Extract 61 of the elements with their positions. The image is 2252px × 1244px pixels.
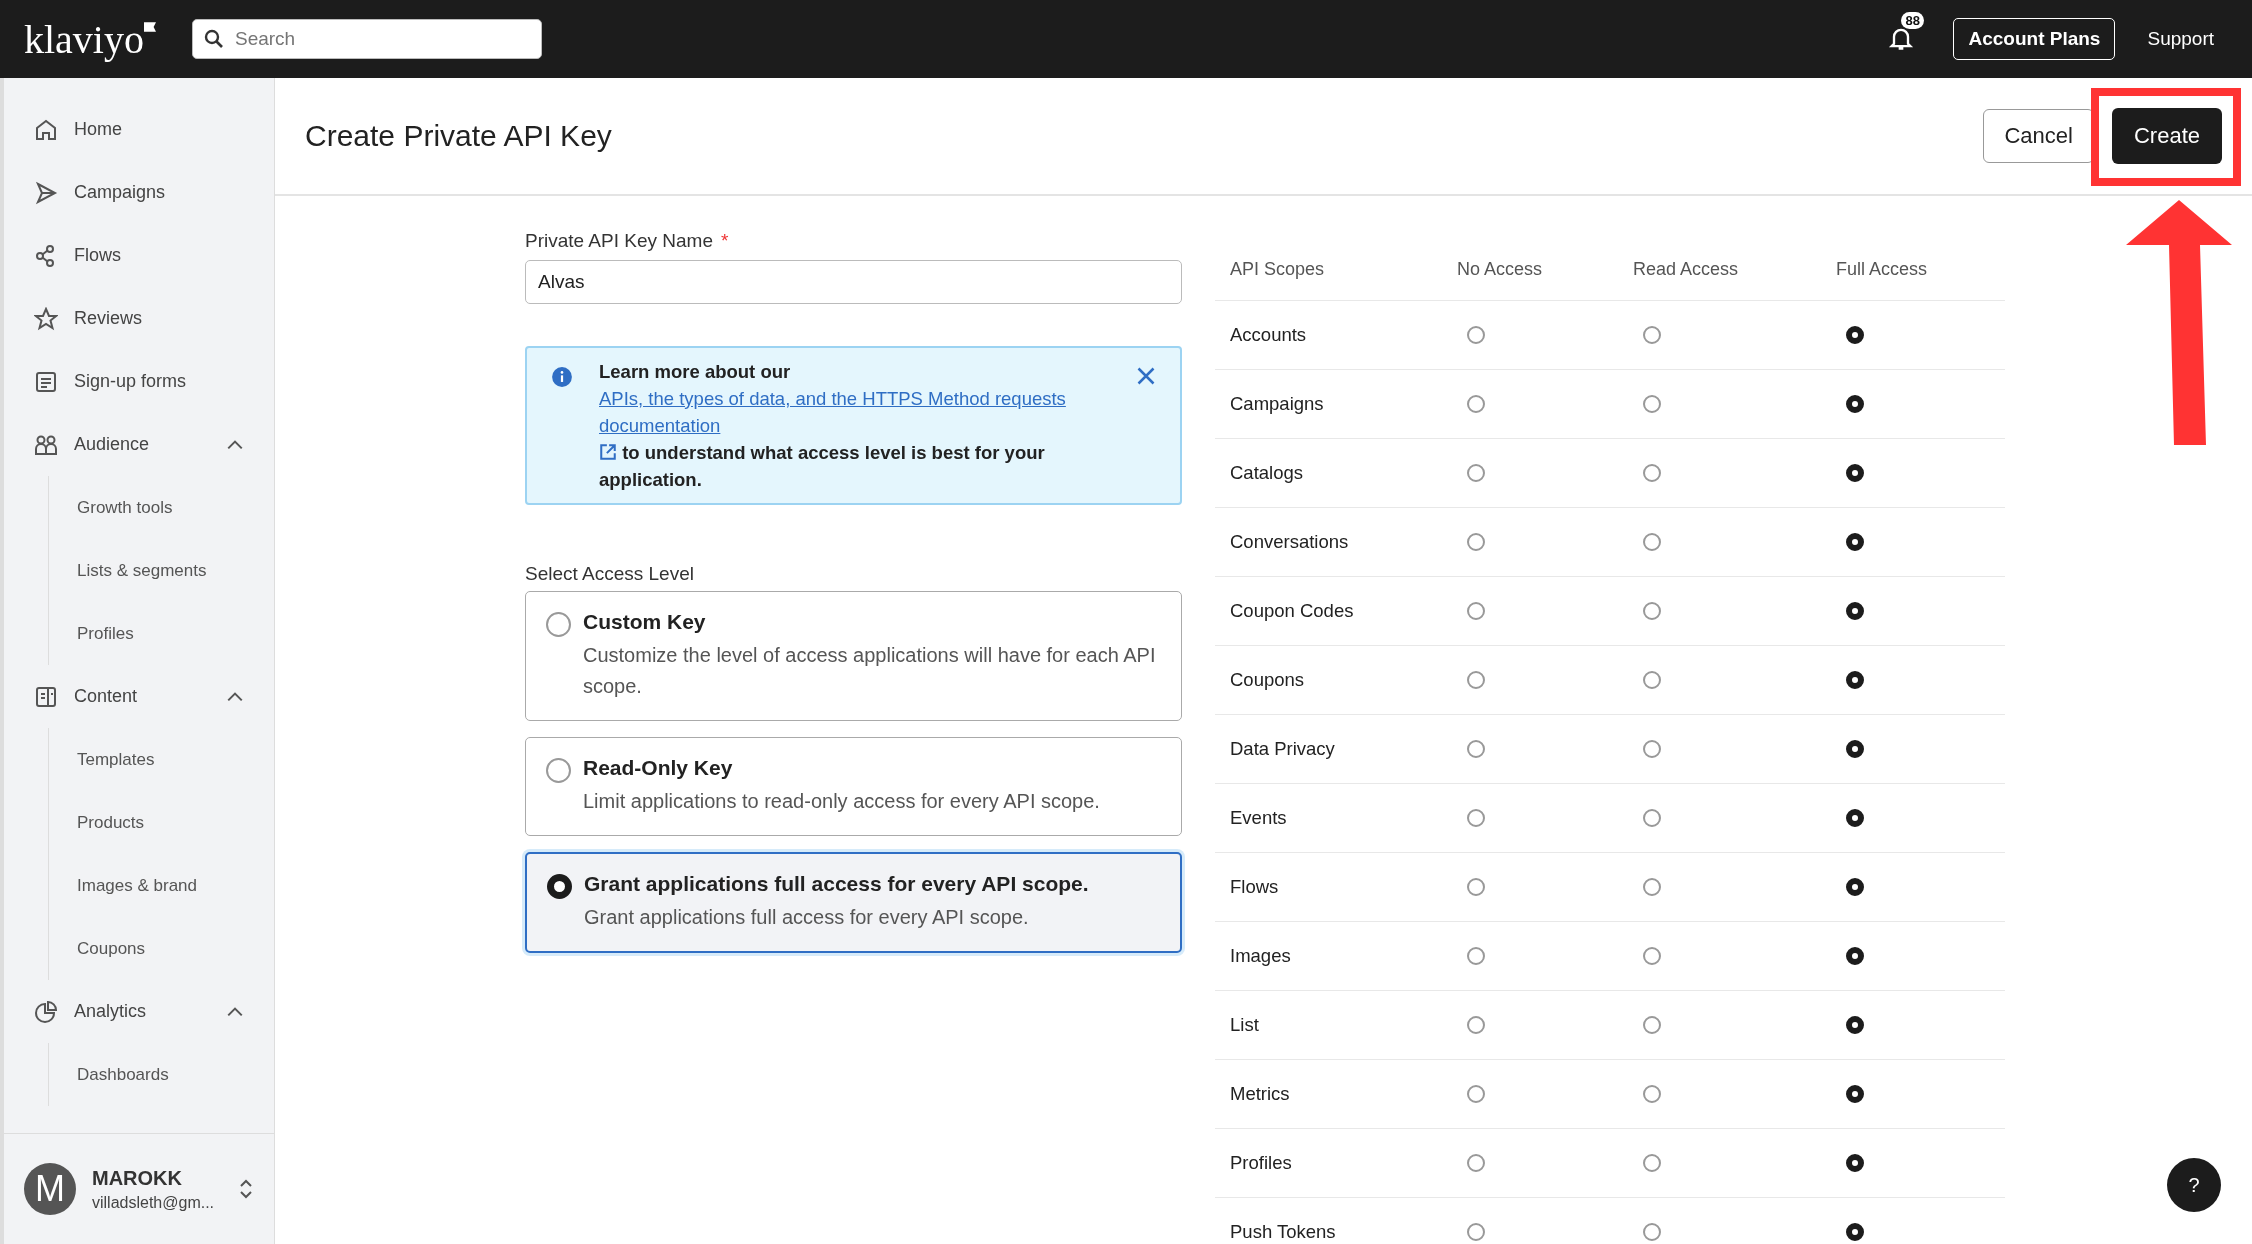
scope-name: List <box>1230 1014 1260 1036</box>
scope-name: Flows <box>1230 876 1280 898</box>
nav-subitem[interactable]: Dashboards <box>49 1043 274 1106</box>
scope-name: Coupon Codes <box>1230 600 1355 622</box>
account-name: MAROKK <box>92 1166 183 1190</box>
option-title: Custom Key <box>583 610 707 634</box>
option-description: Limit applications to read-only access for every API scope. <box>583 789 1100 814</box>
field-label: Private API Key Name <box>525 230 713 252</box>
documentation-link[interactable]: APIs, the types of data, and the HTTPS Method requests documentation <box>599 385 1110 439</box>
create-button[interactable]: Create <box>2111 108 2222 164</box>
scope-name: Conversations <box>1230 531 1350 553</box>
scope-name: Push Tokens <box>1230 1221 1337 1243</box>
nav-subitem[interactable]: Images & brand <box>49 854 274 917</box>
access-option[interactable]: Read-Only Key Limit applications to read-only access for every API scope. <box>525 737 1182 836</box>
access-option[interactable]: Grant applications full access for every API scope. Grant applications full access for every API scope. <box>525 852 1182 953</box>
scope-name: Data Privacy <box>1230 738 1336 760</box>
support-link[interactable]: Support <box>2133 19 2228 59</box>
nav-subitem[interactable]: Lists & segments <box>49 539 274 602</box>
nav-item[interactable]: Home <box>4 98 274 161</box>
option-description: Grant applications full access for every API scope. <box>584 905 1030 930</box>
scope-name: Profiles <box>1230 1152 1293 1174</box>
nav-item[interactable]: Sign-up forms <box>4 350 274 413</box>
notification-badge: 88 <box>1901 12 1924 29</box>
scope-name: Campaigns <box>1230 393 1325 415</box>
scope-name: Catalogs <box>1230 462 1304 484</box>
help-button[interactable]: ? <box>2167 1158 2221 1212</box>
required-mark: * <box>720 230 729 252</box>
name-field[interactable]: Alvas <box>525 260 1182 304</box>
scope-name: Coupons <box>1230 669 1306 691</box>
option-description: Customize the level of access applications will have for each API scope. <box>583 643 1157 699</box>
account-email: villadsleth@gm... <box>92 1193 216 1212</box>
page-title: Create Private API Key <box>305 119 612 153</box>
nav-item[interactable]: Reviews <box>4 287 274 350</box>
column-header: API Scopes <box>1230 258 1326 280</box>
nav-subitem[interactable]: Templates <box>49 728 274 791</box>
column-header: Full Access <box>1836 258 1929 280</box>
nav-subitem[interactable]: Products <box>49 791 274 854</box>
cancel-button[interactable]: Cancel <box>1983 109 2094 163</box>
info-text: Learn more about our APIs, the types of data, and the HTTPS Method requests documentation to understand what access level is best for your application. <box>599 358 1110 493</box>
logo[interactable]: klaviyo <box>24 15 156 63</box>
scope-name: Events <box>1230 807 1288 829</box>
nav-subitem[interactable]: Growth tools <box>49 476 274 539</box>
nav-item[interactable]: Flows <box>4 224 274 287</box>
scope-name: Images <box>1230 945 1292 967</box>
nav-item[interactable]: Content <box>4 665 274 728</box>
scope-name: Accounts <box>1230 324 1308 346</box>
plans-button[interactable]: Account Plans <box>1953 18 2116 60</box>
column-header: No Access <box>1457 258 1544 280</box>
nav-subitem[interactable]: Profiles <box>49 602 274 665</box>
nav-subitem[interactable]: Coupons <box>49 917 274 980</box>
nav-item[interactable]: Analytics <box>4 980 274 1043</box>
avatar[interactable]: M <box>24 1163 76 1215</box>
nav-item[interactable]: Audience <box>4 413 274 476</box>
option-title: Read-Only Key <box>583 756 734 780</box>
access-option[interactable]: Custom Key Customize the level of access applications will have for each API scope. <box>525 591 1182 721</box>
nav-item[interactable]: Campaigns <box>4 161 274 224</box>
option-title: Grant applications full access for every API scope. <box>584 872 1089 896</box>
column-header: Read Access <box>1633 258 1740 280</box>
scope-name: Metrics <box>1230 1083 1291 1105</box>
section-label: Select Access Level <box>525 563 695 585</box>
search-field[interactable]: Search <box>192 19 542 59</box>
